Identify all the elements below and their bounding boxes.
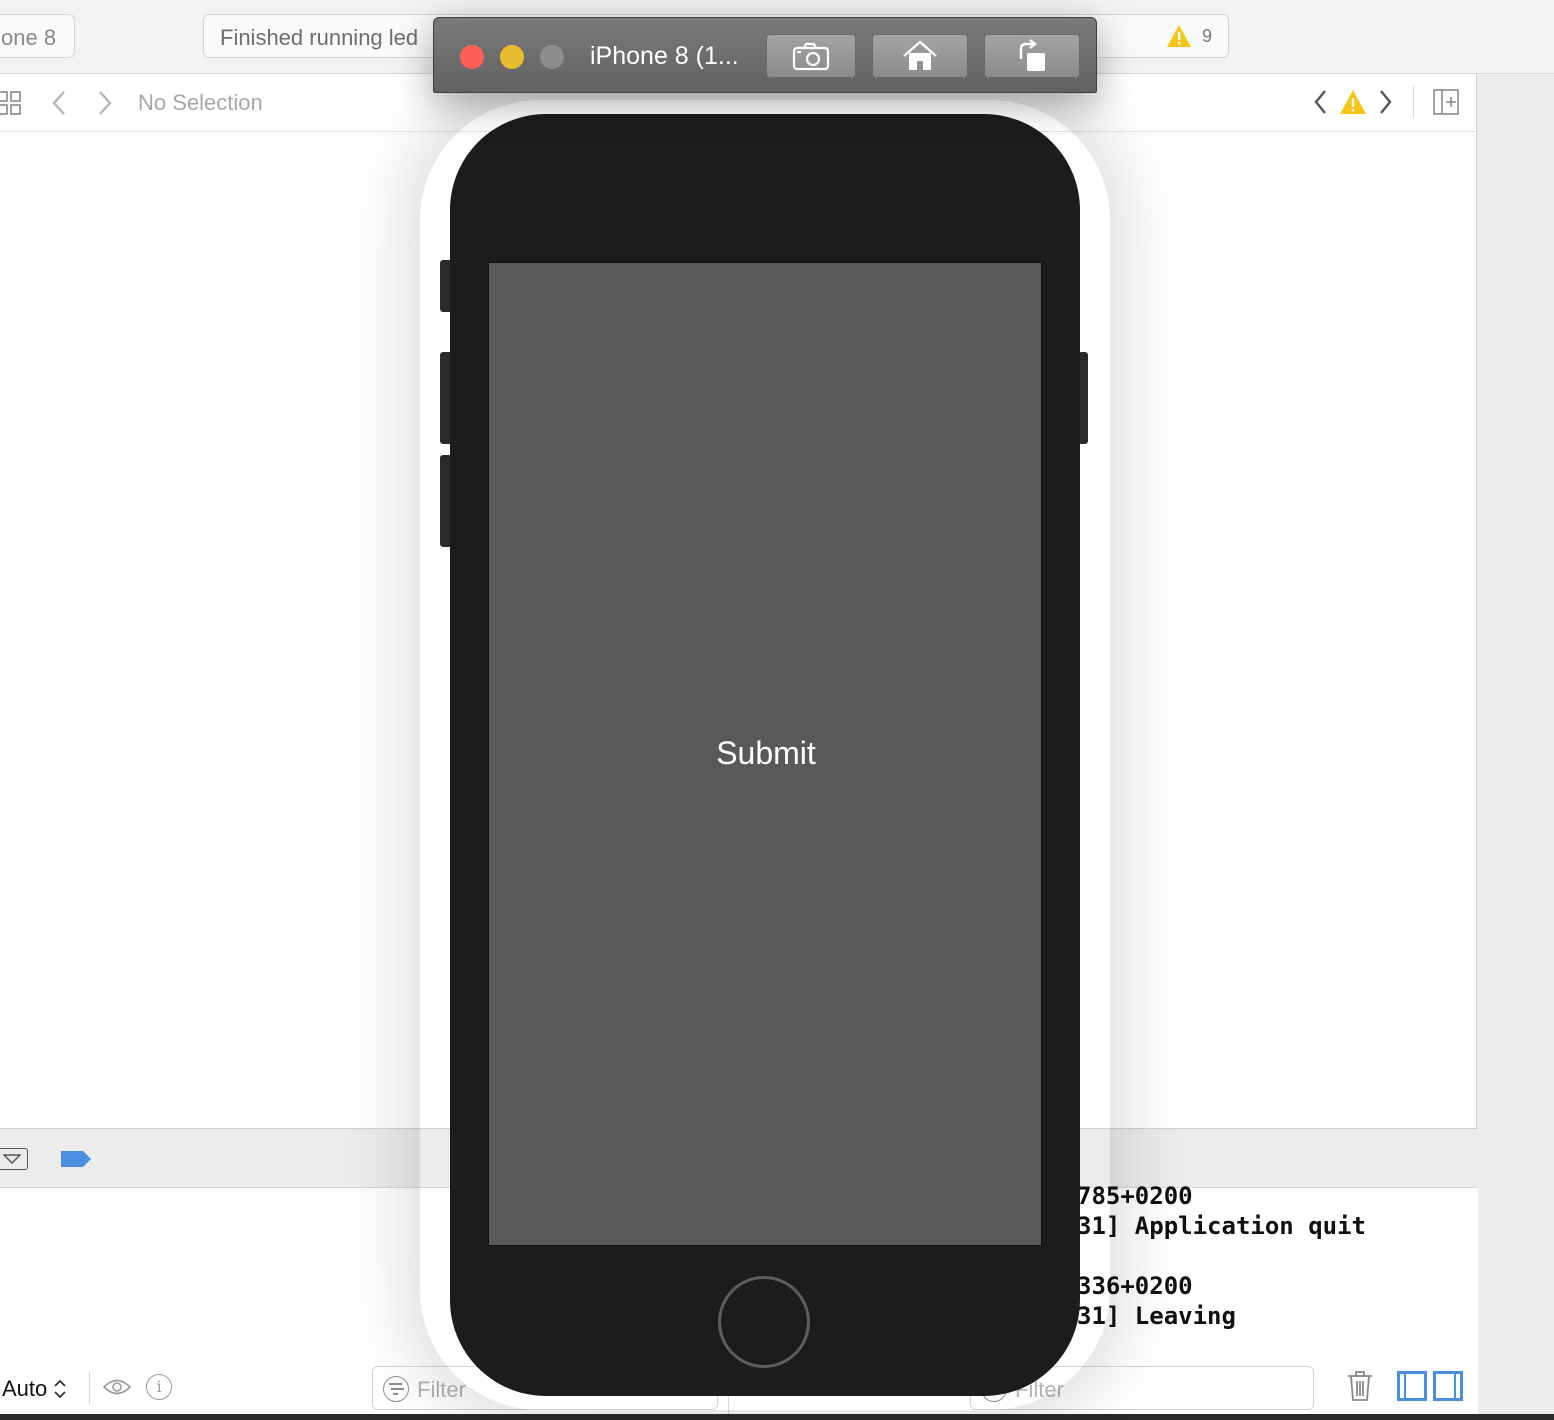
scope-label: Auto (2, 1376, 48, 1401)
minimize-window-button[interactable] (500, 45, 524, 69)
rotate-icon (1019, 39, 1045, 71)
window-bottom-edge (0, 1414, 1554, 1420)
activity-status-text: Finished running led (220, 25, 419, 50)
trash-icon[interactable] (1346, 1370, 1374, 1402)
rotate-button[interactable] (984, 34, 1080, 78)
screenshot-button[interactable] (766, 34, 856, 78)
warning-count: 9 (1201, 25, 1212, 46)
divider (89, 1372, 90, 1404)
close-window-button[interactable] (460, 45, 484, 69)
chevron-right-icon[interactable] (92, 88, 116, 118)
filter-icon (383, 1376, 409, 1402)
grid-icon[interactable] (0, 90, 22, 116)
simulator-title: iPhone 8 (1... (590, 42, 739, 70)
submit-button[interactable]: Submit (489, 735, 1043, 772)
jump-bar-right-controls (1311, 86, 1460, 118)
breakpoint-tag-icon[interactable] (60, 1149, 92, 1169)
warning-icon[interactable] (1339, 89, 1367, 115)
simulator-title-bar[interactable]: iPhone 8 (1... (433, 17, 1097, 93)
iphone-device: Submit (450, 114, 1080, 1396)
add-editor-icon[interactable] (1432, 88, 1460, 116)
next-issue-icon[interactable] (1375, 87, 1395, 117)
eye-icon[interactable] (102, 1376, 132, 1398)
divider (1413, 86, 1414, 118)
filter-placeholder: Filter (417, 1377, 466, 1402)
warnings-indicator[interactable]: 9 (1166, 24, 1212, 48)
jump-bar-path: No Selection (138, 90, 263, 115)
show-console-view-button[interactable] (1433, 1371, 1463, 1401)
previous-issue-icon[interactable] (1311, 87, 1331, 117)
warning-icon (1166, 25, 1191, 47)
triangle-down-icon (3, 1154, 21, 1164)
show-variables-view-button[interactable] (1397, 1371, 1427, 1401)
chevron-left-icon[interactable] (48, 88, 72, 118)
variables-scope-selector[interactable]: Auto (2, 1376, 67, 1402)
debug-layout-toggle (1397, 1371, 1463, 1401)
up-down-chevron-icon (54, 1379, 66, 1399)
zoom-window-button[interactable] (540, 45, 564, 69)
inspector-panel (1476, 74, 1554, 1420)
info-icon[interactable]: i (146, 1374, 172, 1400)
hide-debug-area-button[interactable] (0, 1148, 28, 1170)
camera-icon (792, 42, 830, 71)
home-button[interactable] (872, 34, 968, 78)
scheme-selector[interactable]: one 8 (0, 14, 75, 58)
home-icon (903, 40, 937, 70)
log-line: 31] Application quit (1077, 1212, 1366, 1240)
device-screen[interactable]: Submit (488, 262, 1042, 1246)
device-home-button[interactable] (718, 1276, 810, 1368)
